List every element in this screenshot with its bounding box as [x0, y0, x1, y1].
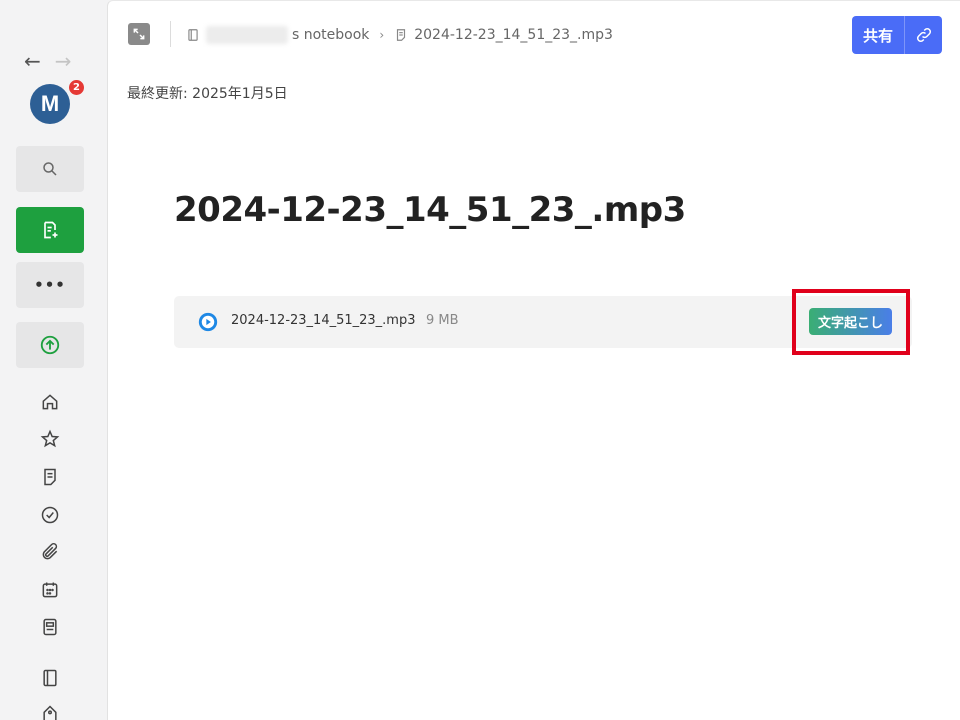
account[interactable]: M 2 — [30, 79, 85, 124]
notebook-icon[interactable] — [38, 666, 62, 690]
attachment-file-size: 9 MB — [426, 313, 459, 328]
link-icon — [916, 27, 931, 43]
star-icon[interactable] — [38, 427, 62, 451]
calendar-icon[interactable] — [38, 578, 62, 602]
template-icon[interactable] — [38, 615, 62, 639]
notebook-icon — [186, 27, 200, 43]
more-button[interactable]: ••• — [16, 262, 84, 308]
upgrade-icon — [40, 335, 60, 355]
more-icon: ••• — [34, 276, 66, 294]
header-divider — [170, 21, 171, 47]
play-icon[interactable] — [198, 312, 218, 332]
share-button[interactable]: 共有 — [852, 16, 904, 54]
avatar[interactable]: M — [30, 84, 70, 124]
arrow-left-icon[interactable]: ← — [24, 50, 41, 72]
task-icon[interactable] — [38, 503, 62, 527]
attachment-icon[interactable] — [38, 540, 62, 564]
history-nav: ← → — [24, 50, 72, 72]
copy-link-button[interactable] — [905, 16, 942, 54]
notification-badge: 2 — [68, 79, 85, 96]
tag-icon[interactable] — [38, 702, 62, 720]
home-icon[interactable] — [38, 390, 62, 414]
arrow-right-icon[interactable]: → — [55, 50, 72, 72]
share-group: 共有 — [852, 16, 942, 54]
search-button[interactable] — [16, 146, 84, 192]
note-icon — [394, 27, 408, 43]
new-note-button[interactable] — [16, 207, 84, 253]
breadcrumb: s notebook › 2024-12-23_14_51_23_.mp3 — [186, 25, 613, 45]
redacted-owner-name — [206, 26, 288, 44]
sidebar: ← → M 2 ••• — [0, 0, 100, 720]
last-updated: 最終更新: 2025年1月5日 — [127, 86, 288, 102]
expand-button[interactable] — [128, 23, 150, 45]
attachment-file-name: 2024-12-23_14_51_23_.mp3 — [231, 313, 416, 328]
new-note-icon — [44, 221, 58, 239]
breadcrumb-separator: › — [379, 28, 385, 42]
transcribe-button[interactable]: 文字起こし — [809, 308, 892, 335]
page-title[interactable]: 2024-12-23_14_51_23_.mp3 — [174, 190, 686, 230]
breadcrumb-notebook[interactable]: s notebook — [292, 27, 369, 43]
note-icon[interactable] — [38, 465, 62, 489]
breadcrumb-note: 2024-12-23_14_51_23_.mp3 — [414, 27, 613, 43]
note-panel: s notebook › 2024-12-23_14_51_23_.mp3 共有… — [107, 0, 960, 720]
upgrade-button[interactable] — [16, 322, 84, 368]
audio-attachment[interactable]: 2024-12-23_14_51_23_.mp3 9 MB 文字起こし — [174, 296, 912, 348]
search-icon — [43, 162, 57, 176]
expand-icon — [133, 28, 145, 40]
